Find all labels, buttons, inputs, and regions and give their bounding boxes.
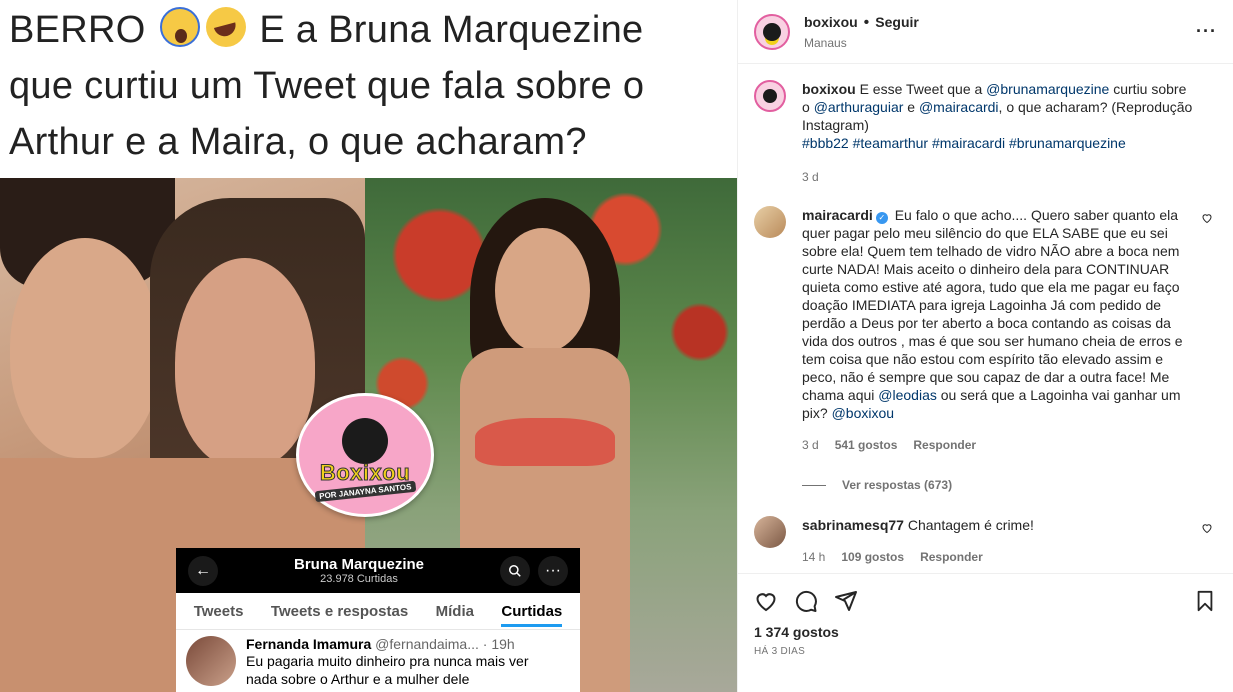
comment-avatar[interactable] <box>754 516 786 548</box>
like-comment-icon[interactable] <box>1201 522 1213 537</box>
comment-text: Eu falo o que acho.... <box>894 207 1028 223</box>
comment-likes[interactable]: 109 gostos <box>841 548 904 566</box>
comment: mairacardi ✓ Eu falo o que acho.... Quero… <box>754 206 1217 454</box>
twitter-screenshot: ← Bruna Marquezine 23.978 Curtidas ··· T… <box>176 548 580 692</box>
hashtags[interactable]: #bbb22 #teamarthur #mairacardi #brunamar… <box>802 135 1126 151</box>
comment-avatar[interactable] <box>754 206 786 238</box>
caption-avatar[interactable] <box>754 80 786 112</box>
twitter-likes-count: 23.978 Curtidas <box>320 573 398 585</box>
tab-tweets-replies: Tweets e respostas <box>270 602 409 620</box>
comment-time: 3 d <box>802 438 819 452</box>
more-options-icon[interactable]: ··· <box>1196 21 1217 42</box>
tab-tweets: Tweets <box>193 602 244 620</box>
follow-button[interactable]: Seguir <box>875 14 919 30</box>
caption-username[interactable]: boxixou <box>802 81 856 97</box>
reply-button[interactable]: Responder <box>920 548 983 566</box>
laughing-face-icon <box>205 7 246 47</box>
back-arrow-icon: ← <box>188 555 218 586</box>
header-username[interactable]: boxixou <box>804 14 858 30</box>
tweet-text-2: nada sobre o Arthur e a mulher dele <box>246 671 470 687</box>
screaming-face-icon <box>159 7 200 47</box>
tweet-handle: @fernandaima... <box>375 636 479 652</box>
mention-link[interactable]: @boxixou <box>832 405 894 421</box>
tweet-time: · 19h <box>482 636 515 652</box>
headline-line3: Arthur e a Maira, o que acharam? <box>9 121 587 163</box>
likes-count[interactable]: 1 374 gostos <box>738 624 1233 640</box>
avatar[interactable] <box>754 13 790 50</box>
comment-text: Chantagem é crime! <box>907 517 1034 533</box>
mention-link[interactable]: @leodias <box>878 387 937 403</box>
reply-button[interactable]: Responder <box>913 436 976 454</box>
boxixou-logo: Boxixou POR JANAYNA SANTOS <box>296 393 434 517</box>
caption-text: e <box>907 99 916 115</box>
comment-username[interactable]: sabrinamesq77 <box>802 517 904 533</box>
comment-text: Quero saber quanto ela quer pagar pelo m… <box>802 207 1183 403</box>
media-headline: BERRO E a Bruna Marquezine que curtiu um… <box>0 0 737 178</box>
comment-time: 14 h <box>802 550 826 564</box>
tweet-text-1: Eu pagaria muito dinheiro pra nunca mais… <box>246 653 529 669</box>
tweet: Fernanda Imamura @fernandaima... · 19h E… <box>176 630 580 692</box>
tab-media: Mídia <box>435 602 474 620</box>
mention-link[interactable]: @brunamarquezine <box>986 81 1109 97</box>
like-icon[interactable] <box>750 585 782 617</box>
post-media[interactable]: BERRO E a Bruna Marquezine que curtiu um… <box>0 0 737 692</box>
twitter-profile-name: Bruna Marquezine <box>293 556 425 573</box>
mention-link[interactable]: @mairacardi <box>919 99 999 115</box>
bomb-icon <box>342 417 388 464</box>
more-icon: ··· <box>538 555 568 586</box>
action-bar <box>738 574 1233 620</box>
view-replies-label: Ver respostas (673) <box>842 478 953 492</box>
share-icon[interactable] <box>830 585 862 617</box>
post-panel: boxixou • Seguir Manaus ··· boxixou E esse… <box>737 0 1233 692</box>
comment-icon[interactable] <box>790 585 822 617</box>
search-icon <box>500 555 530 586</box>
tweet-avatar <box>186 636 236 686</box>
mention-link[interactable]: @arthuraguiar <box>814 99 904 115</box>
comment-username[interactable]: mairacardi <box>802 207 873 223</box>
caption: boxixou E esse Tweet que a @brunamarquez… <box>754 80 1217 186</box>
post-header: boxixou • Seguir Manaus ··· <box>738 0 1233 64</box>
bookmark-icon[interactable] <box>1189 585 1221 617</box>
caption-time: 3 d <box>802 170 819 184</box>
comments-list[interactable]: boxixou E esse Tweet que a @brunamarquez… <box>738 64 1233 574</box>
caption-text: E esse Tweet que a <box>859 81 983 97</box>
post-date: HÁ 3 DIAS <box>754 646 806 657</box>
headline-line2: que curtiu um Tweet que fala sobre o <box>9 65 645 107</box>
comment-likes[interactable]: 541 gostos <box>835 436 898 454</box>
view-replies-button[interactable]: Ver respostas (673) <box>802 478 1217 492</box>
comment: sabrinamesq77 Chantagem é crime! 14 h 10… <box>754 516 1217 566</box>
location-link[interactable]: Manaus <box>804 36 919 50</box>
like-comment-icon[interactable] <box>1201 212 1213 227</box>
verified-badge-icon: ✓ <box>875 212 888 224</box>
headline-line1: E a Bruna Marquezine <box>259 9 644 51</box>
headline-berro: BERRO <box>9 9 146 51</box>
tweet-author: Fernanda Imamura <box>246 636 372 652</box>
tab-likes: Curtidas <box>501 603 563 627</box>
twitter-tabs: Tweets Tweets e respostas Mídia Curtidas <box>176 593 580 630</box>
